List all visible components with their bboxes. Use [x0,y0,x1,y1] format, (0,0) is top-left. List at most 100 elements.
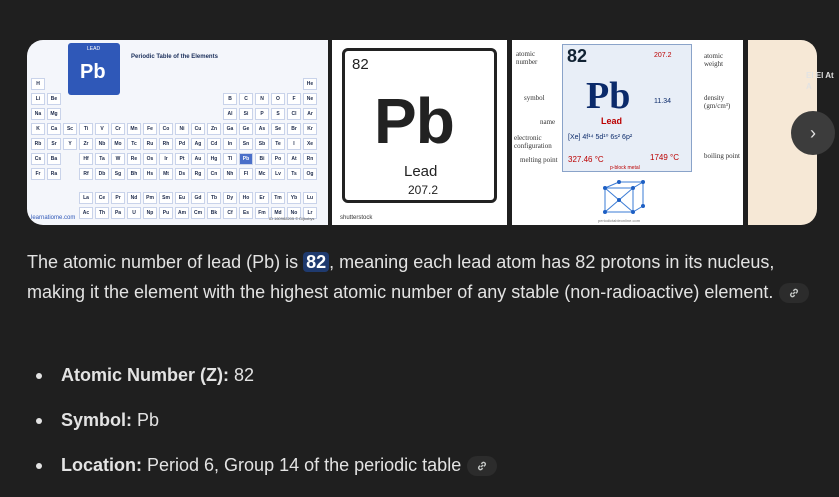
element-cell: Br [287,123,301,135]
carousel-next-button[interactable]: › [791,111,835,155]
label-boiling-point: boiling point [704,152,740,160]
fact-label: Symbol: [61,410,133,430]
element-cell: Li [31,93,45,105]
electron-config-value: [Xe] 4f¹⁴ 5d¹⁰ 6s² 6p² [568,134,633,141]
element-cell: Lu [303,192,317,204]
element-name: Lead [601,116,623,126]
element-cell: I [287,138,301,150]
element-symbol: Pb [374,85,455,157]
element-name: Lead [404,163,438,180]
element-cell: Na [31,108,45,120]
list-item: Atomic Number (Z): 82 [36,358,497,403]
link-icon [790,288,799,298]
element-cell: Rf [79,168,93,180]
element-cell: In [223,138,237,150]
label-symbol: symbol [524,94,545,102]
element-cell: Pm [143,192,157,204]
element-cell: Au [191,153,205,165]
element-cell: Sr [47,138,61,150]
periodic-table-image[interactable]: H He Li Be B C N O F Ne Na Mg Al Si P S Cl Ar K Ca Sc Ti V Cr Mn… [27,40,328,225]
element-cell: Pt [175,153,189,165]
element-cell: Ra [47,168,61,180]
element-cell: Si [239,108,253,120]
element-cell: Yb [287,192,301,204]
lead-card-symbol: Pb [80,61,106,83]
element-cell: Sm [159,192,173,204]
atomic-weight-value: 207.2 [654,52,672,59]
element-cell: V [95,123,109,135]
element-cell: Al [223,108,237,120]
element-cell: Ho [239,192,253,204]
element-cell: Zr [79,138,93,150]
element-cell: Ne [303,93,317,105]
element-cell: Am [175,207,189,219]
element-cell: B [223,93,237,105]
element-cell: W [111,153,125,165]
element-cell: U [127,207,141,219]
element-cell: Db [95,168,109,180]
element-cell: Ca [47,123,61,135]
atomic-number-value: 82 [567,46,588,66]
element-cell: Bh [127,168,141,180]
element-cell: Fm [255,207,269,219]
element-cell: Fr [31,168,45,180]
element-cell: Cr [111,123,125,135]
element-cell: Nb [95,138,109,150]
element-cell: Tm [271,192,285,204]
edge-text: El El At A [806,71,834,91]
element-cell: Cl [287,108,301,120]
element-cell: Tl [223,153,237,165]
element-cell: Th [95,207,109,219]
label-density: density (gm/cm³) [704,94,731,110]
label-atomic-number: atomic number [516,50,538,66]
element-cell: Cn [207,168,221,180]
element-cell: Er [255,192,269,204]
element-weight: 207.2 [408,183,439,197]
element-cell: Cm [191,207,205,219]
image-id: ID 160968205 © Dijkobys [269,216,315,221]
element-cell: Te [271,138,285,150]
fact-label: Atomic Number (Z): [61,365,229,385]
fact-value: 82 [229,365,255,385]
element-cell: Hf [79,153,93,165]
label-atomic-weight: atomic weight [704,52,724,68]
lead-element-image[interactable]: 82 Pb Lead 207.2 shutterstock [332,40,507,225]
source-link-button[interactable] [779,283,810,304]
fact-label: Location: [61,455,142,475]
element-cell: Ag [191,138,205,150]
label-melting-point: melting point [520,156,558,164]
element-cell: Zn [207,123,221,135]
density-value: 11.34 [654,98,671,105]
label-electronic-configuration: electronic configuration [514,134,552,150]
element-cell: Bi [255,153,269,165]
element-cell: Ru [143,138,157,150]
source-link-button[interactable] [467,456,498,477]
label-name: name [540,118,556,126]
element-cell: Ds [175,168,189,180]
boiling-point-value: 1749 °C [650,153,679,162]
element-cell: At [287,153,301,165]
element-cell: Pd [175,138,189,150]
element-cell: Np [143,207,157,219]
element-cell: Fl [239,168,253,180]
list-item: Location: Period 6, Group 14 of the peri… [36,448,498,493]
element-cell: Po [271,153,285,165]
element-cell: K [31,123,45,135]
element-cell: Mg [47,108,61,120]
fact-value: Period 6, Group 14 of the periodic table [142,455,462,475]
element-cell: He [303,78,317,90]
facts-list: Atomic Number (Z): 82 Symbol: Pb Locatio… [36,358,498,493]
element-cell: Pr [111,192,125,204]
element-cell: Mo [111,138,125,150]
element-cell: O [271,93,285,105]
element-cell: Ir [159,153,173,165]
element-cell: H [31,78,45,90]
chevron-right-icon: › [810,122,816,143]
lead-properties-image[interactable]: 82 207.2 Pb 11.34 Lead [Xe] 4f¹⁴ 5d¹⁰ 6s… [512,40,743,225]
element-cell: Xe [303,138,317,150]
element-cell: Dy [223,192,237,204]
element-cell: Hs [143,168,157,180]
element-cell: Y [63,138,77,150]
answer-paragraph: The atomic number of lead (Pb) is 82, me… [27,247,817,307]
image-carousel: H He Li Be B C N O F Ne Na Mg Al Si P S Cl Ar K Ca Sc Ti V Cr Mn… [27,40,817,225]
